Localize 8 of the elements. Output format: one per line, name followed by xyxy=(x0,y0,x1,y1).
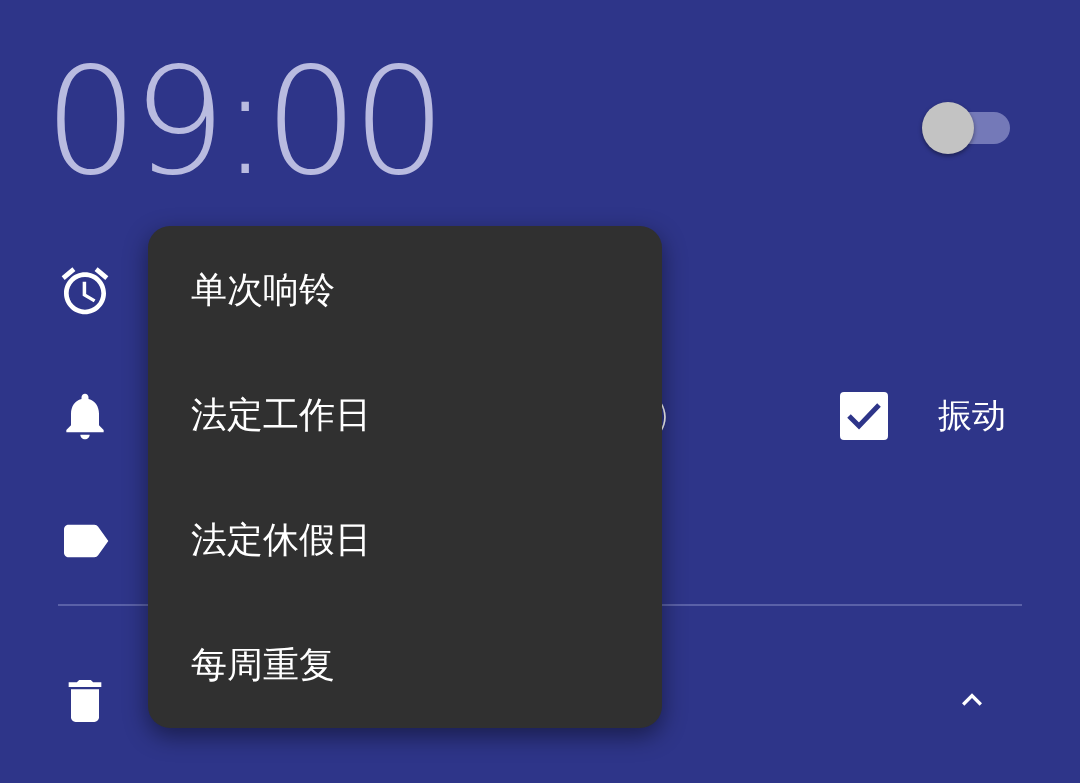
vibrate-label: 振动 xyxy=(938,393,1006,437)
alarm-time[interactable]: 09:00 xyxy=(44,48,441,196)
menu-item[interactable]: 每周重复 xyxy=(191,641,335,690)
menu-item[interactable]: 法定工作日 xyxy=(191,391,371,440)
alarm-switch[interactable] xyxy=(922,100,1010,156)
menu-item[interactable]: 单次响铃 xyxy=(191,266,335,315)
menu-item[interactable]: 法定休假日 xyxy=(191,516,371,565)
vibrate-checkbox[interactable] xyxy=(840,391,888,440)
